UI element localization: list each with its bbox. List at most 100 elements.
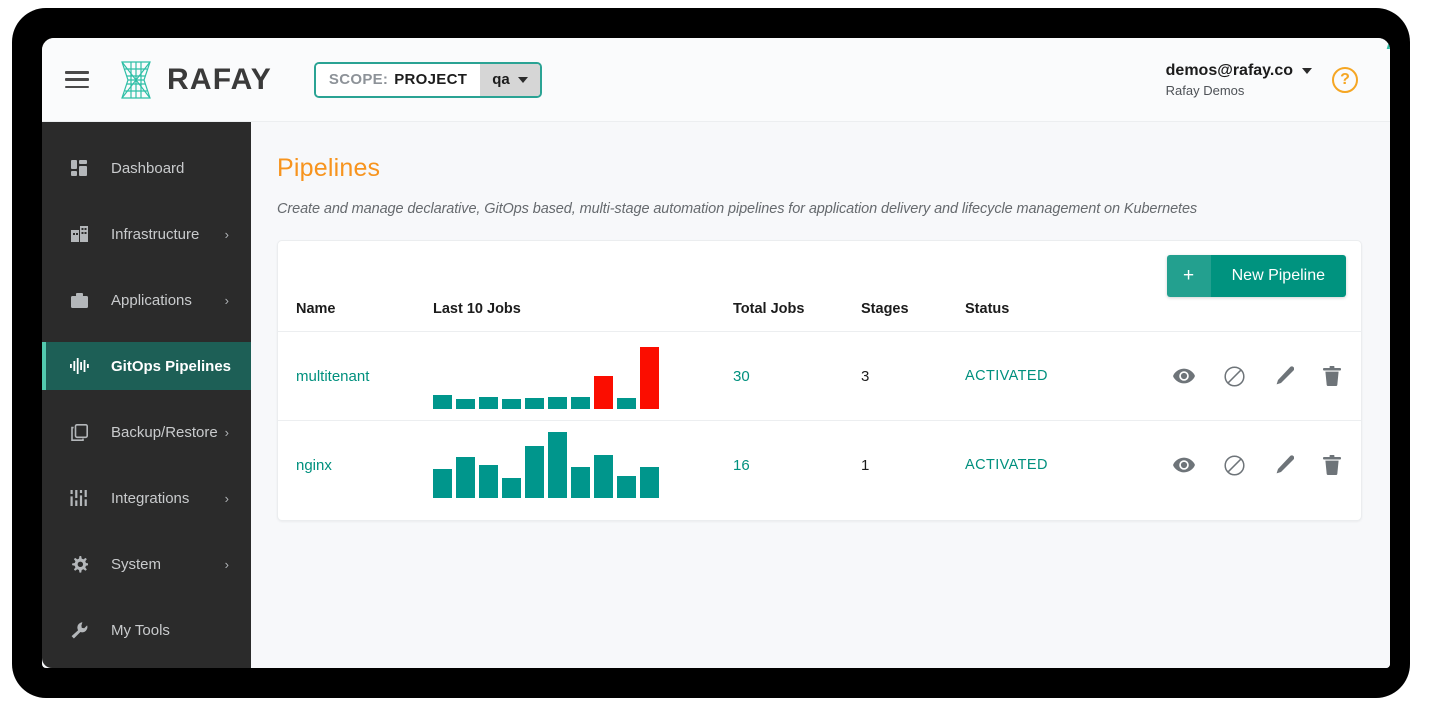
status-badge: ACTIVATED — [965, 457, 1048, 474]
sidebar-item-integrations[interactable]: Integrations › — [42, 474, 251, 522]
chevron-right-icon: › — [224, 490, 229, 506]
last-10-jobs-chart — [433, 432, 733, 499]
chart-bar — [594, 455, 613, 499]
chart-bar — [433, 395, 452, 409]
sidebar-item-backup-restore[interactable]: Backup/Restore › — [42, 408, 251, 456]
plus-icon: + — [1166, 255, 1211, 297]
new-pipeline-label: New Pipeline — [1210, 255, 1346, 297]
scope-project-name: qa — [492, 71, 510, 88]
total-jobs-link[interactable]: 16 — [733, 421, 861, 510]
user-info: demos@rafay.co Rafay Demos — [1166, 62, 1312, 98]
logo-accent-tick — [1377, 40, 1390, 49]
sidebar-item-dashboard[interactable]: Dashboard — [42, 144, 251, 192]
chart-bar — [525, 446, 544, 499]
delete-icon[interactable] — [1323, 455, 1341, 476]
menu-icon[interactable] — [65, 71, 89, 88]
sidebar-item-label: Infrastructure — [111, 225, 200, 243]
row-actions — [1161, 365, 1361, 387]
chart-bar — [479, 465, 498, 499]
chart-bar — [571, 467, 590, 499]
user-email: demos@rafay.co — [1165, 61, 1293, 79]
column-header-total: Total Jobs — [733, 301, 805, 317]
chevron-right-icon: › — [224, 424, 229, 440]
chart-bar — [456, 399, 475, 409]
application-window: RAFAY SCOPE: PROJECT qa demos@rafay.co R… — [42, 38, 1390, 668]
last-10-jobs-chart — [433, 343, 733, 409]
table-header: Name Last 10 Jobs Total Jobs Stages Stat… — [278, 301, 1361, 332]
user-menu-trigger[interactable]: demos@rafay.co — [1166, 62, 1312, 80]
copy-icon — [69, 423, 89, 441]
sidebar-item-my-tools[interactable]: My Tools — [42, 606, 251, 654]
chart-bar — [548, 397, 567, 409]
sidebar-item-label: GitOps Pipelines — [111, 357, 232, 375]
pipeline-name-link[interactable]: nginx — [278, 421, 433, 510]
column-header-status: Status — [965, 301, 1010, 317]
column-header-stages: Stages — [861, 301, 909, 317]
scope-label: SCOPE: — [328, 71, 389, 88]
scope-type: SCOPE: PROJECT — [315, 63, 481, 96]
chart-bar — [617, 476, 636, 499]
chart-bar — [456, 457, 475, 499]
chevron-right-icon: › — [224, 556, 229, 572]
disable-icon[interactable] — [1224, 365, 1245, 387]
pipeline-icon — [69, 358, 89, 374]
chart-bar — [525, 398, 544, 409]
page-description: Create and manage declarative, GitOps ba… — [277, 201, 1198, 217]
stages-value: 3 — [861, 367, 870, 385]
chart-bar — [433, 469, 452, 499]
chart-bar — [640, 347, 659, 409]
chart-bar — [479, 397, 498, 409]
brand-logo[interactable]: RAFAY — [114, 40, 1390, 102]
sidebar-item-system[interactable]: System › — [42, 540, 251, 588]
column-header-actions — [1161, 301, 1361, 332]
column-header-last-jobs: Last 10 Jobs — [433, 301, 521, 317]
chevron-down-icon — [1302, 67, 1312, 74]
scope-project-dropdown[interactable]: qa — [480, 63, 540, 96]
sidebar-item-label: Dashboard — [111, 159, 185, 177]
edit-icon[interactable] — [1274, 366, 1294, 386]
sidebar-nav: Dashboard Infrastructure › Applications … — [42, 122, 251, 668]
sidebar-item-label: Backup/Restore — [111, 423, 218, 441]
chart-bar — [594, 376, 613, 409]
column-header-name: Name — [296, 301, 336, 317]
pipeline-name-link[interactable]: multitenant — [278, 332, 433, 421]
pipelines-card: + New Pipeline Name Last 10 Jobs Total J… — [277, 240, 1362, 521]
status-badge: ACTIVATED — [965, 368, 1048, 384]
total-jobs-link[interactable]: 30 — [733, 332, 861, 421]
sidebar-item-applications[interactable]: Applications › — [42, 276, 251, 324]
wrench-icon — [69, 621, 89, 639]
sliders-icon — [69, 490, 89, 506]
edit-icon[interactable] — [1274, 455, 1294, 475]
scope-selector[interactable]: SCOPE: PROJECT qa — [313, 61, 542, 98]
help-icon[interactable]: ? — [1332, 66, 1358, 93]
sidebar-item-label: Integrations — [111, 489, 190, 507]
stages-value: 1 — [861, 456, 870, 474]
pipelines-table: Name Last 10 Jobs Total Jobs Stages Stat… — [278, 301, 1361, 510]
top-header: RAFAY SCOPE: PROJECT qa demos@rafay.co R… — [42, 38, 1390, 122]
chevron-down-icon — [517, 76, 528, 83]
table-row: nginx 16 1 ACTIVATED — [278, 420, 1361, 510]
sparkline-cell — [433, 332, 733, 421]
delete-icon[interactable] — [1323, 366, 1341, 386]
dashboard-icon — [69, 160, 89, 176]
view-icon[interactable] — [1173, 368, 1195, 384]
chevron-right-icon: › — [224, 292, 229, 308]
building-icon — [69, 226, 89, 242]
sidebar-item-gitops-pipelines[interactable]: GitOps Pipelines — [42, 342, 251, 390]
chart-bar — [571, 397, 590, 409]
scope-value: PROJECT — [394, 71, 468, 88]
chart-bar — [502, 478, 521, 499]
sparkline-cell — [433, 421, 733, 510]
disable-icon[interactable] — [1224, 455, 1245, 476]
row-actions — [1161, 455, 1361, 476]
rafay-logo-icon — [121, 60, 151, 99]
new-pipeline-button[interactable]: + New Pipeline — [1166, 255, 1346, 297]
sidebar-item-label: My Tools — [111, 621, 170, 639]
view-icon[interactable] — [1173, 457, 1195, 473]
table-row: multitenant 30 3 ACTIVATED — [278, 331, 1361, 421]
page-title: Pipelines — [277, 154, 381, 182]
row-actions-cell — [1161, 332, 1361, 421]
chart-bar — [640, 467, 659, 499]
row-actions-cell — [1161, 421, 1361, 510]
sidebar-item-infrastructure[interactable]: Infrastructure › — [42, 210, 251, 258]
